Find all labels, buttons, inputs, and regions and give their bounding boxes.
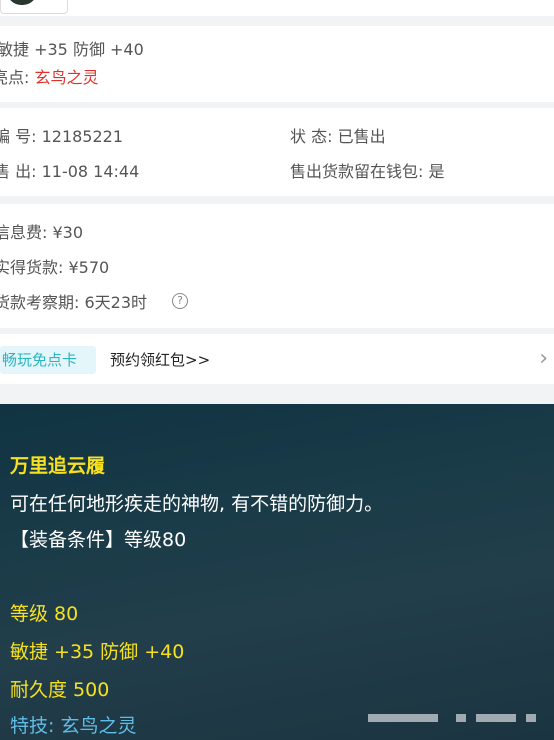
- promo-tag: 畅玩免点卡: [0, 346, 96, 374]
- order-status-row: 状 态: 已售出: [290, 127, 386, 147]
- sold-time-label: 售 出:: [0, 162, 37, 181]
- promo-banner[interactable]: 畅玩免点卡 预约领红包>> ›: [0, 334, 554, 384]
- review-period: 货款考察期: 6天23时: [0, 293, 148, 312]
- highlight-label: 亮点:: [0, 68, 30, 87]
- item-attributes-card: 敏捷 +35 防御 +40 亮点: 玄鸟之灵: [0, 26, 554, 102]
- order-id-row: 编 号: 12185221: [0, 127, 123, 147]
- item-header-strip: [0, 0, 554, 16]
- chevron-right-icon[interactable]: ›: [539, 346, 548, 372]
- watermark-bar-2: [456, 714, 466, 722]
- item-tooltip-panel: 万里追云履 可在任何地形疾走的神物, 有不错的防御力。 【装备条件】等级80 等…: [0, 404, 554, 740]
- tooltip-level: 等级 80: [10, 603, 79, 625]
- order-info-card: 编 号: 12185221 状 态: 已售出 售 出: 11-08 14:44 …: [0, 108, 554, 196]
- tooltip-special: 特技: 玄鸟之灵: [10, 715, 137, 737]
- sold-time-row: 售 出: 11-08 14:44: [0, 162, 139, 182]
- info-fee: 信息费: ¥30: [0, 223, 84, 242]
- item-thumbnail-icon: [0, 0, 68, 14]
- wallet-row: 售出货款留在钱包: 是: [290, 162, 445, 182]
- order-id-value: 12185221: [41, 127, 124, 146]
- watermark-bar-4: [526, 714, 536, 722]
- tooltip-requirement: 【装备条件】等级80: [10, 529, 187, 551]
- order-id-label: 编 号:: [0, 127, 37, 146]
- order-status-value: 已售出: [337, 127, 386, 146]
- fees-card: 信息费: ¥30 实得货款: ¥570 货款考察期: 6天23时 ?: [0, 204, 554, 328]
- wallet-value: 是: [428, 162, 445, 181]
- promo-link[interactable]: 预约领红包>>: [110, 350, 210, 370]
- watermark-bar-1: [368, 714, 438, 722]
- sold-time-value: 11-08 14:44: [41, 162, 140, 181]
- tooltip-description: 可在任何地形疾走的神物, 有不错的防御力。: [10, 493, 384, 515]
- tooltip-durability: 耐久度 500: [10, 679, 110, 701]
- order-status-label: 状 态:: [290, 127, 333, 146]
- highlight-value: 玄鸟之灵: [34, 68, 99, 87]
- wallet-label: 售出货款留在钱包:: [290, 162, 424, 181]
- item-thumbnail-image: [7, 0, 37, 5]
- net-payment: 实得货款: ¥570: [0, 258, 110, 277]
- attribute-stats: 敏捷 +35 防御 +40: [0, 40, 144, 59]
- highlight-row: 亮点: 玄鸟之灵: [0, 68, 99, 88]
- watermark-bar-3: [476, 714, 516, 722]
- tooltip-item-name: 万里追云履: [10, 455, 106, 477]
- tooltip-stats: 敏捷 +35 防御 +40: [10, 641, 185, 663]
- help-circle-icon[interactable]: ?: [172, 293, 188, 309]
